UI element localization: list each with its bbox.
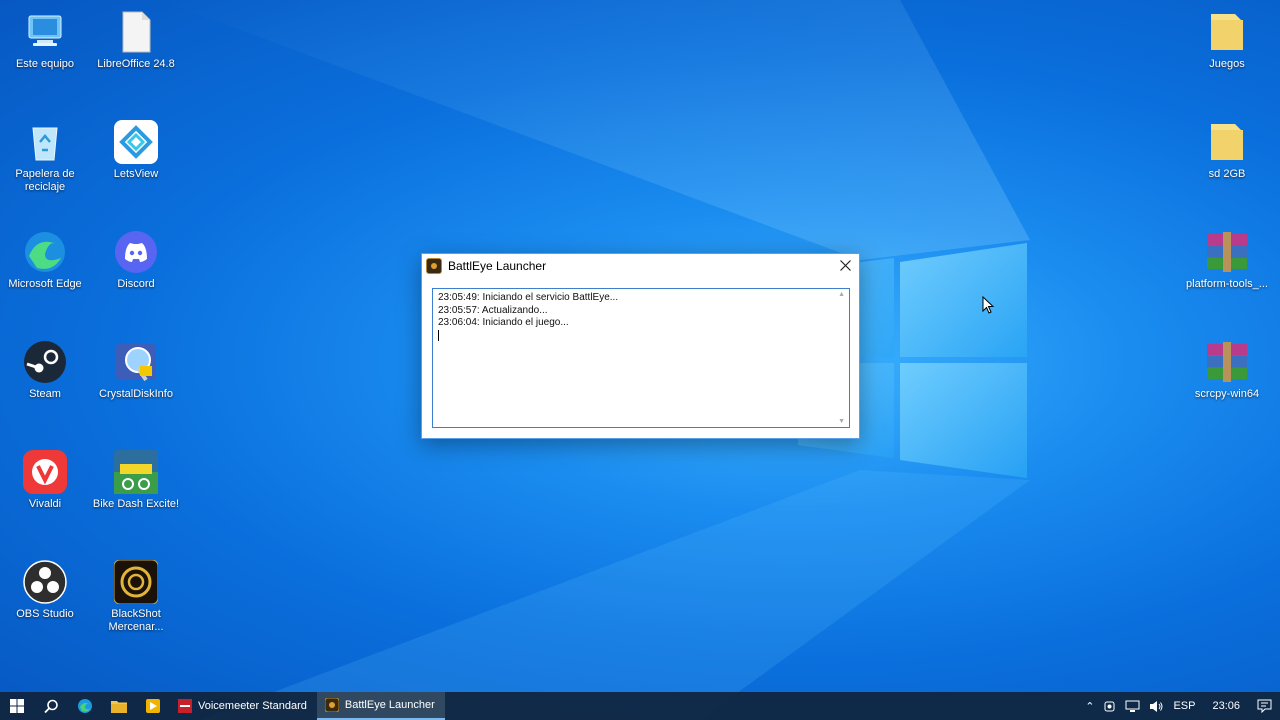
obs-icon — [23, 560, 67, 604]
winrar-archive-icon — [1205, 230, 1249, 274]
discord-icon — [114, 230, 158, 274]
close-button[interactable] — [831, 254, 859, 276]
desktop-icon[interactable]: OBS Studio — [1, 560, 89, 621]
desktop-icon-label: platform-tools_... — [1186, 278, 1268, 290]
desktop-icon[interactable]: scrcpy-win64 — [1183, 340, 1271, 401]
voicemeeter-icon — [178, 699, 192, 713]
log-lines: 23:05:49: Iniciando el servicio BattlEye… — [433, 289, 849, 348]
windows-start-icon — [10, 699, 24, 713]
desktop-icon-label: Bike Dash Excite! — [92, 498, 180, 510]
scroll-down-arrow-icon[interactable]: ▼ — [838, 418, 845, 425]
dialog-titlebar[interactable]: BattlEye Launcher — [422, 254, 859, 278]
battleye-launcher-dialog: BattlEye Launcher 23:05:49: Iniciando el… — [421, 253, 860, 439]
taskbar-app-label: BattlEye Launcher — [344, 699, 435, 711]
log-line: 23:05:49: Iniciando el servicio BattlEye… — [438, 292, 619, 303]
text-caret — [438, 329, 439, 341]
app-icon — [146, 699, 160, 713]
edge-taskbar-button[interactable] — [68, 692, 102, 720]
desktop-icon-label: Juegos — [1209, 58, 1245, 70]
scroll-up-arrow-icon[interactable]: ▲ — [838, 291, 845, 298]
desktop-icon-label: Vivaldi — [28, 498, 62, 510]
computer-icon — [23, 10, 67, 54]
desktop-icon[interactable]: LetsView — [92, 120, 180, 181]
system-tray: ⌃ ESP 23:06 — [1085, 692, 1280, 720]
desktop-icon-label: Steam — [29, 388, 61, 400]
network-icon[interactable] — [1125, 700, 1140, 713]
file-explorer-taskbar-button[interactable] — [102, 692, 136, 720]
winrar-archive-icon — [1205, 340, 1249, 384]
desktop-icon-label: CrystalDiskInfo — [99, 388, 173, 400]
start-button[interactable] — [0, 692, 34, 720]
desktop-icon-label: scrcpy-win64 — [1194, 388, 1260, 400]
edge-icon — [78, 699, 92, 713]
taskbar-app-voicemeeter[interactable]: Voicemeeter Standard — [170, 692, 317, 720]
log-line: 23:06:04: Iniciando el juego... — [438, 317, 569, 328]
desktop-icon[interactable]: LibreOffice 24.8 — [92, 10, 180, 71]
desktop-icon-label: OBS Studio — [16, 608, 74, 620]
desktop-icon-label: sd 2GB — [1208, 168, 1246, 180]
libreoffice-icon — [114, 10, 158, 54]
steam-icon — [23, 340, 67, 384]
desktop-icon[interactable]: Discord — [92, 230, 180, 291]
desktop-icon-label: BlackShot Mercenar... — [108, 608, 164, 633]
desktop-icon[interactable]: Juegos — [1183, 10, 1271, 71]
taskbar: Voicemeeter Standard BattlEye Launcher ⌃… — [0, 692, 1280, 720]
battleye-icon — [324, 698, 339, 712]
desktop-icon[interactable]: sd 2GB — [1183, 120, 1271, 181]
volume-icon[interactable] — [1149, 700, 1164, 713]
desktop-icon-label: Este equipo — [15, 58, 75, 70]
desktop-icon[interactable]: BlackShot Mercenar... — [92, 559, 180, 634]
taskbar-app-battleye-launcher[interactable]: BattlEye Launcher — [316, 692, 445, 720]
desktop-icon-label: LibreOffice 24.8 — [97, 58, 175, 70]
desktop-icon[interactable]: Steam — [1, 340, 89, 401]
battleye-icon — [426, 258, 442, 274]
bike-dash-icon — [114, 450, 158, 494]
desktop-icon[interactable]: platform-tools_... — [1183, 230, 1271, 291]
input-language-indicator[interactable]: ESP — [1173, 700, 1195, 712]
sticky-app-taskbar-button[interactable] — [136, 692, 170, 720]
folder-icon — [111, 700, 127, 713]
log-textbox[interactable]: 23:05:49: Iniciando el servicio BattlEye… — [432, 288, 850, 428]
desktop-icon-label: Microsoft Edge — [8, 278, 82, 290]
log-line: 23:05:57: Actualizando... — [438, 304, 548, 316]
desktop-icon[interactable]: CrystalDiskInfo — [92, 340, 180, 401]
search-button[interactable] — [34, 692, 68, 720]
vivaldi-icon — [23, 450, 67, 494]
notifications-icon[interactable] — [1257, 699, 1272, 713]
edge-icon — [23, 230, 67, 274]
desktop-icon-label: Discord — [117, 278, 155, 290]
desktop-icon[interactable]: Vivaldi — [1, 450, 89, 511]
desktop-icon[interactable]: Microsoft Edge — [1, 230, 89, 291]
mouse-pointer-icon — [982, 296, 994, 314]
desktop-icon-label: Papelera de reciclaje — [15, 168, 75, 193]
crystaldiskinfo-icon — [114, 340, 158, 384]
taskbar-app-label: Voicemeeter Standard — [198, 700, 307, 712]
dialog-title: BattlEye Launcher — [448, 259, 547, 273]
blackshot-icon — [113, 559, 159, 605]
location-icon[interactable] — [1103, 700, 1116, 713]
desktop-icon-label: LetsView — [113, 168, 159, 180]
folder-icon — [1205, 10, 1249, 54]
recycle-bin-icon — [23, 120, 67, 164]
close-icon — [839, 259, 851, 271]
desktop-icon[interactable]: Bike Dash Excite! — [92, 450, 180, 511]
letsview-icon — [114, 120, 158, 164]
search-icon — [43, 699, 58, 713]
desktop-icon[interactable]: Papelera de reciclaje — [1, 120, 89, 194]
folder-icon — [1205, 120, 1249, 164]
show-hidden-icons-chevron-icon[interactable]: ⌃ — [1085, 700, 1094, 713]
clock[interactable]: 23:06 — [1212, 700, 1240, 712]
desktop-icon[interactable]: Este equipo — [1, 10, 89, 71]
